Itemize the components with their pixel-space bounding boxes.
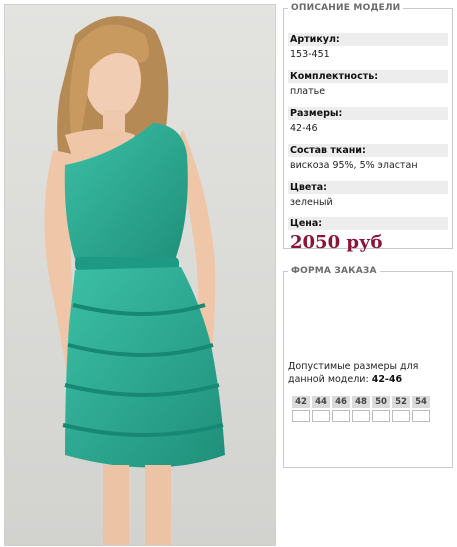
size-header-52: 52 [392, 396, 410, 408]
order-legend: ФОРМА ЗАКАЗА [291, 266, 377, 276]
model-description-panel: ОПИСАНИЕ МОДЕЛИ Артикул: 153-451 Комплек… [283, 3, 453, 253]
size-quantity-input-48[interactable] [352, 410, 370, 422]
product-photo [4, 4, 276, 546]
size-quantity-input-46[interactable] [332, 410, 350, 422]
price-label: Цена: [288, 217, 448, 230]
sizes-value: 42-46 [290, 123, 318, 134]
size-header-44: 44 [312, 396, 330, 408]
fabric-label: Состав ткани: [288, 144, 448, 157]
description-legend: ОПИСАНИЕ МОДЕЛИ [291, 3, 401, 13]
order-form-panel: ФОРМА ЗАКАЗА Допустимые размеры для данн… [283, 266, 453, 468]
colors-value: зеленый [290, 197, 333, 208]
allowed-sizes-text: Допустимые размеры для данной модели: 42… [288, 360, 448, 386]
completeness-value: платье [290, 86, 326, 97]
size-quantity-input-44[interactable] [312, 410, 330, 422]
model-illustration [5, 5, 275, 545]
colors-label: Цвета: [288, 181, 448, 194]
fabric-value: вискоза 95%, 5% эластан [290, 160, 418, 171]
size-header-48: 48 [352, 396, 370, 408]
size-quantity-input-42[interactable] [292, 410, 310, 422]
size-quantity-input-50[interactable] [372, 410, 390, 422]
article-label: Артикул: [288, 33, 448, 46]
article-value: 153-451 [290, 49, 330, 60]
size-quantity-input-54[interactable] [412, 410, 430, 422]
size-header-46: 46 [332, 396, 350, 408]
price-value: 2050 руб [290, 232, 383, 253]
allowed-sizes-range: 42-46 [371, 374, 403, 385]
size-quantity-input-52[interactable] [392, 410, 410, 422]
size-quantity-table: 42 44 46 48 50 52 54 [290, 396, 432, 423]
sizes-label: Размеры: [288, 107, 448, 120]
size-header-50: 50 [372, 396, 390, 408]
size-header-54: 54 [412, 396, 430, 408]
completeness-label: Комплектность: [288, 70, 448, 83]
size-header-42: 42 [292, 396, 310, 408]
